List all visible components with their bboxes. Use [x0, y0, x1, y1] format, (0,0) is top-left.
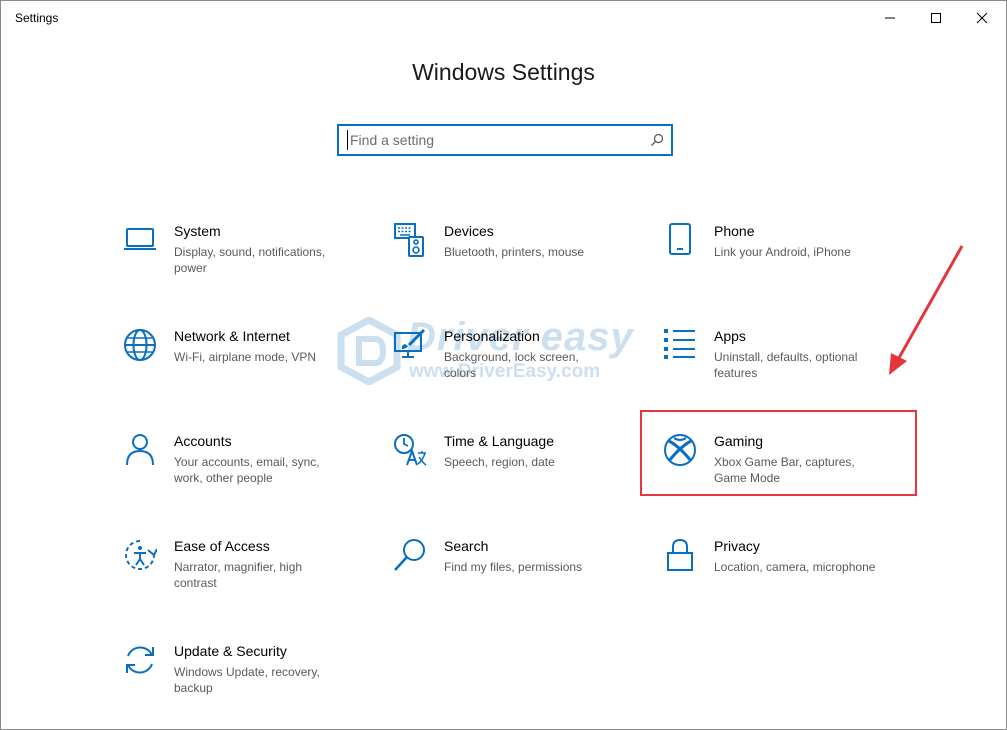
tile-label: Update & Security [174, 643, 287, 659]
tile-time-language[interactable]: Time & Language Speech, region, date [393, 433, 653, 513]
lock-icon [667, 538, 693, 571]
sync-icon [126, 646, 154, 674]
search-box[interactable] [337, 124, 673, 156]
time-language-icon [394, 434, 427, 466]
tile-personalization[interactable]: Personalization Background, lock screen,… [393, 328, 653, 408]
magnifier-icon [394, 539, 425, 571]
tile-label: Apps [714, 328, 746, 344]
tile-label: Search [444, 538, 489, 554]
tile-description: Speech, region, date [444, 455, 555, 469]
window-title: Settings [15, 11, 59, 25]
tile-label: Network & Internet [174, 328, 290, 344]
tile-description: Windows Update, recovery, backup [174, 665, 320, 695]
minimize-button[interactable] [867, 1, 913, 35]
tile-label: Devices [444, 223, 494, 239]
devices-icon [394, 223, 424, 257]
tile-privacy[interactable]: Privacy Location, camera, microphone [663, 538, 923, 618]
tile-description: Location, camera, microphone [714, 560, 876, 574]
settings-window: Settings Windows Settings Driver easy ww… [0, 0, 1007, 730]
tile-description: Your accounts, email, sync, work, other … [174, 455, 320, 485]
tile-description: Background, lock screen, colors [444, 350, 579, 380]
tile-description: Display, sound, notifications, power [174, 245, 326, 275]
ease-of-access-icon [125, 540, 157, 570]
tile-description: Wi-Fi, airplane mode, VPN [174, 350, 317, 364]
tile-update-security[interactable]: Update & Security Windows Update, recove… [123, 643, 383, 723]
tile-devices[interactable]: Devices Bluetooth, printers, mouse [393, 223, 653, 303]
close-button[interactable] [959, 1, 1005, 35]
paint-icon [394, 328, 426, 358]
search-icon[interactable] [650, 133, 664, 147]
close-icon [976, 12, 988, 24]
gaming-highlight-box [640, 410, 917, 496]
maximize-icon [931, 13, 941, 23]
maximize-button[interactable] [913, 1, 959, 35]
search-input[interactable] [347, 130, 637, 150]
person-icon [126, 434, 154, 466]
tile-description: Uninstall, defaults, optional features [714, 350, 858, 380]
tile-description: Narrator, magnifier, high contrast [174, 560, 303, 590]
tile-system[interactable]: System Display, sound, notifications, po… [123, 223, 383, 303]
annotation-arrow-icon [889, 245, 964, 375]
minimize-icon [885, 17, 895, 19]
tile-label: System [174, 223, 221, 239]
laptop-icon [124, 228, 156, 250]
tile-search[interactable]: Search Find my files, permissions [393, 538, 653, 618]
tile-label: Privacy [714, 538, 760, 554]
apps-list-icon [664, 329, 695, 359]
tile-label: Accounts [174, 433, 232, 449]
tile-ease-of-access[interactable]: Ease of Access Narrator, magnifier, high… [123, 538, 383, 618]
phone-icon [669, 223, 691, 255]
tile-accounts[interactable]: Accounts Your accounts, email, sync, wor… [123, 433, 383, 513]
tile-description: Bluetooth, printers, mouse [444, 245, 585, 259]
tile-network-internet[interactable]: Network & Internet Wi-Fi, airplane mode,… [123, 328, 383, 408]
tile-label: Personalization [444, 328, 540, 344]
tile-description: Find my files, permissions [444, 560, 583, 574]
tile-description: Link your Android, iPhone [714, 245, 851, 259]
tile-label: Phone [714, 223, 755, 239]
title-bar: Settings [1, 1, 1006, 37]
page-title: Windows Settings [412, 59, 595, 85]
tile-label: Time & Language [444, 433, 554, 449]
tile-label: Ease of Access [174, 538, 270, 554]
globe-icon [124, 329, 156, 361]
